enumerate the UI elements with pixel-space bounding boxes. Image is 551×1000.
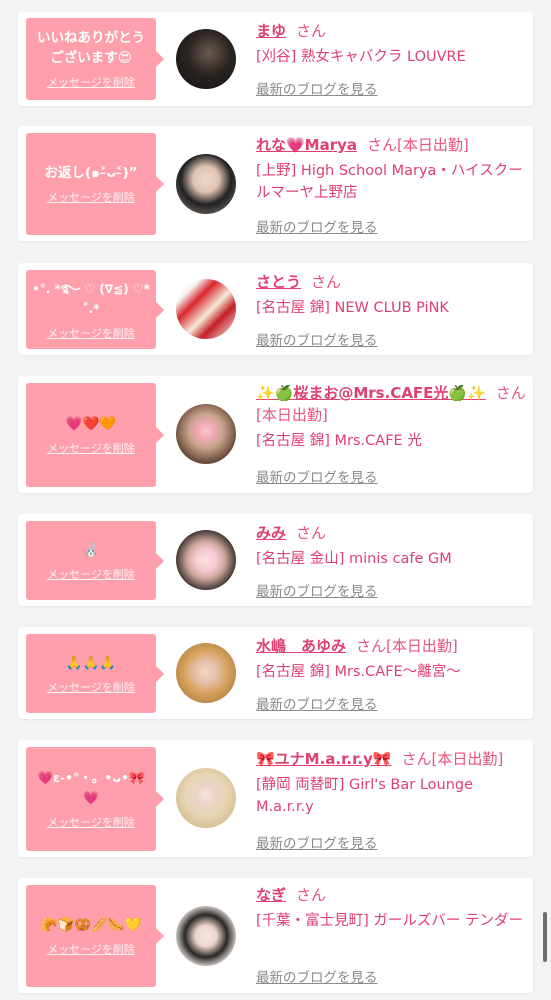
message-text: •°. *࿐ ♡ (∇≦) ♡*˚.* <box>32 281 150 316</box>
work-badge: [本日出勤] <box>386 637 458 655</box>
list-item: 🙏🙏🙏 メッセージを削除 水嶋 あゆみ さん[本日出勤] [名古屋 錦] Mrs.… <box>18 627 533 719</box>
message-text: お返し(๑˃̵ᴗ˂̵)” <box>44 165 138 181</box>
shop-name[interactable]: [名古屋 錦] Mrs.CAFE～離宮～ <box>256 661 526 683</box>
message-text: 💗❤️🧡 <box>65 416 117 432</box>
scrollbar[interactable] <box>543 912 547 962</box>
latest-blog-link[interactable]: 最新のブログを見る <box>256 832 378 852</box>
user-name-link[interactable]: まゆ <box>256 22 286 40</box>
user-name-link[interactable]: れな💗Marya <box>256 136 357 154</box>
message-text: 🐰 <box>82 541 100 558</box>
latest-blog-link[interactable]: 最新のブログを見る <box>256 78 378 98</box>
latest-blog-link[interactable]: 最新のブログを見る <box>256 580 378 600</box>
honorific: さん <box>311 273 342 291</box>
avatar[interactable] <box>176 643 236 703</box>
message-bubble: •°. *࿐ ♡ (∇≦) ♡*˚.* メッセージを削除 <box>26 270 164 349</box>
work-badge: [本日出勤] <box>397 136 469 154</box>
honorific: さん <box>367 136 398 154</box>
latest-blog-link[interactable]: 最新のブログを見る <box>256 329 378 349</box>
message-bubble: 💗❤️🧡 メッセージを削除 <box>26 383 164 487</box>
honorific: さん <box>401 750 432 768</box>
honorific: さん <box>296 524 327 542</box>
user-name-link[interactable]: 水嶋 あゆみ <box>256 637 346 655</box>
user-name-link[interactable]: 🎀ユナM.a.r.r.y🎀 <box>256 750 392 768</box>
message-bubble: いいねありがとうございます😍 メッセージを削除 <box>26 18 164 100</box>
user-name-link[interactable]: なぎ <box>256 886 286 904</box>
avatar[interactable] <box>176 29 236 89</box>
delete-message-link[interactable]: メッセージを削除 <box>47 566 135 582</box>
list-item: 🥐🍞🥨🥖🌭💛 メッセージを削除 なぎ さん [千葉・富士見町] ガールズバー テン… <box>18 878 533 993</box>
shop-name[interactable]: [刈谷] 熟女キャバクラ LOUVRE <box>256 46 526 68</box>
shop-name[interactable]: [名古屋 錦] NEW CLUB PiNK <box>256 297 526 319</box>
user-name-link[interactable]: みみ <box>256 524 286 542</box>
avatar[interactable] <box>176 906 236 966</box>
shop-name[interactable]: [静岡 両替町] Girl's Bar Lounge M.a.r.r.y <box>256 774 526 818</box>
honorific: さん <box>356 637 387 655</box>
avatar[interactable] <box>176 154 236 214</box>
message-bubble: お返し(๑˃̵ᴗ˂̵)” メッセージを削除 <box>26 133 164 235</box>
avatar[interactable] <box>176 404 236 464</box>
delete-message-link[interactable]: メッセージを削除 <box>47 74 135 90</box>
user-name-link[interactable]: ✨🍏桜まお@Mrs.CAFE光🍏✨ <box>256 384 486 402</box>
avatar[interactable] <box>176 279 236 339</box>
honorific: さん <box>296 886 327 904</box>
honorific: さん <box>495 384 526 402</box>
shop-name[interactable]: [名古屋 金山] minis cafe GM <box>256 548 526 570</box>
delete-message-link[interactable]: メッセージを削除 <box>47 440 135 456</box>
avatar[interactable] <box>176 768 236 828</box>
message-bubble: 💗ε-•°・。•ᴗ•🎀💗 メッセージを削除 <box>26 747 164 851</box>
shop-name[interactable]: [上野] High School Marya・ハイスクールマーヤ上野店 <box>256 160 526 204</box>
work-badge: [本日出勤] <box>431 750 504 768</box>
honorific: さん <box>296 22 327 40</box>
delete-message-link[interactable]: メッセージを削除 <box>47 325 135 341</box>
list-item: いいねありがとうございます😍 メッセージを削除 まゆ さん [刈谷] 熟女キャバク… <box>18 12 533 106</box>
latest-blog-link[interactable]: 最新のブログを見る <box>256 693 378 713</box>
delete-message-link[interactable]: メッセージを削除 <box>47 814 135 830</box>
message-text: いいねありがとうございます😍 <box>37 30 145 66</box>
list-item: 🐰 メッセージを削除 みみ さん [名古屋 金山] minis cafe GM 最… <box>18 514 533 606</box>
shop-name[interactable]: [名古屋 錦] Mrs.CAFE 光 <box>256 430 528 452</box>
message-bubble: 🙏🙏🙏 メッセージを削除 <box>26 634 164 713</box>
latest-blog-link[interactable]: 最新のブログを見る <box>256 466 378 486</box>
list-item: 💗❤️🧡 メッセージを削除 ✨🍏桜まお@Mrs.CAFE光🍏✨ さん[本日出勤] … <box>18 376 533 493</box>
latest-blog-link[interactable]: 最新のブログを見る <box>256 216 378 236</box>
delete-message-link[interactable]: メッセージを削除 <box>47 679 135 695</box>
delete-message-link[interactable]: メッセージを削除 <box>47 941 135 957</box>
list-item: お返し(๑˃̵ᴗ˂̵)” メッセージを削除 れな💗Marya さん[本日出勤] [… <box>18 126 533 241</box>
shop-name[interactable]: [千葉・富士見町] ガールズバー テンダー <box>256 910 526 932</box>
message-text: 💗ε-•°・。•ᴗ•🎀💗 <box>37 770 145 805</box>
message-bubble: 🐰 メッセージを削除 <box>26 521 164 600</box>
user-name-link[interactable]: さとう <box>256 273 301 291</box>
list-item: 💗ε-•°・。•ᴗ•🎀💗 メッセージを削除 🎀ユナM.a.r.r.y🎀 さん[本日… <box>18 740 533 857</box>
list-item: •°. *࿐ ♡ (∇≦) ♡*˚.* メッセージを削除 さとう さん [名古屋 … <box>18 263 533 355</box>
message-text: 🙏🙏🙏 <box>65 654 117 671</box>
delete-message-link[interactable]: メッセージを削除 <box>47 189 135 205</box>
message-bubble: 🥐🍞🥨🥖🌭💛 メッセージを削除 <box>26 885 164 987</box>
latest-blog-link[interactable]: 最新のブログを見る <box>256 966 378 986</box>
avatar[interactable] <box>176 530 236 590</box>
message-text: 🥐🍞🥨🥖🌭💛 <box>40 917 142 933</box>
work-badge: [本日出勤] <box>256 406 328 424</box>
